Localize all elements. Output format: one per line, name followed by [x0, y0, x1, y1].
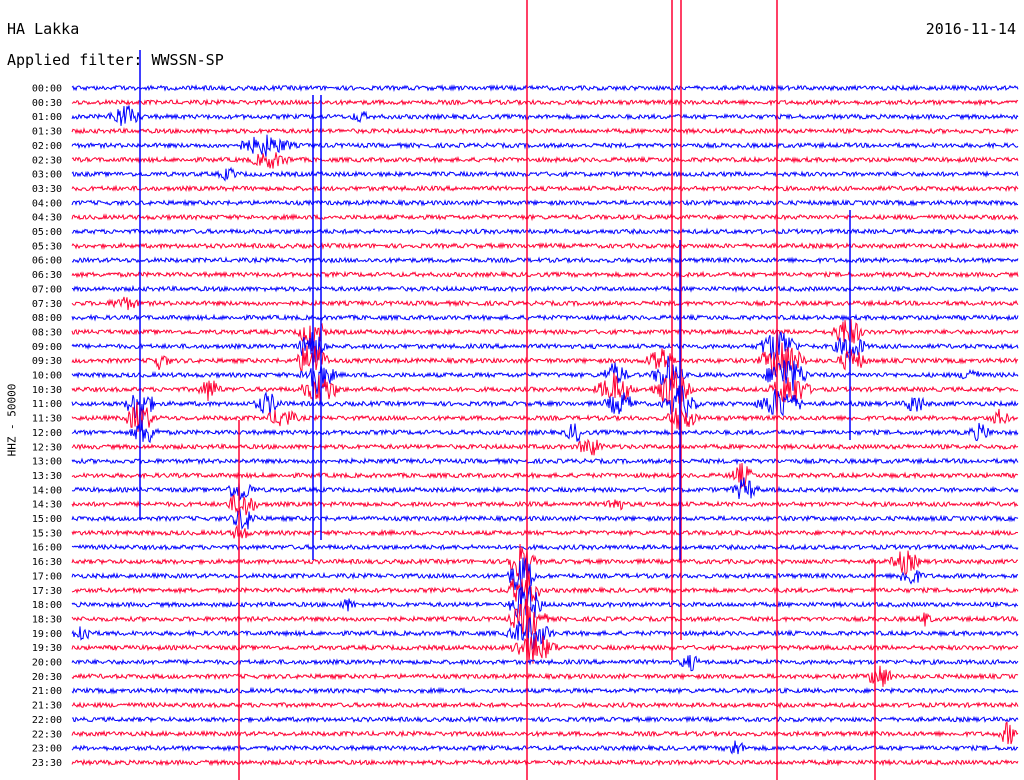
time-tick-label: 21:30	[32, 701, 62, 712]
time-tick-label: 20:00	[32, 658, 62, 669]
time-tick-label: 07:30	[32, 299, 62, 310]
time-tick-label: 08:00	[32, 313, 62, 324]
time-tick-label: 12:00	[32, 428, 62, 439]
trace-line	[71, 241, 1019, 250]
trace-line	[71, 98, 1019, 107]
trace-line	[71, 105, 1019, 126]
time-tick-label: 17:00	[32, 571, 62, 582]
time-tick-label: 23:00	[32, 744, 62, 755]
trace-line	[71, 401, 1019, 432]
time-tick-label: 11:30	[32, 414, 62, 425]
time-tick-label: 10:00	[32, 371, 62, 382]
trace-line	[71, 227, 1019, 236]
trace-line	[71, 438, 1019, 456]
time-tick-label: 13:30	[32, 471, 62, 482]
trace-line	[71, 634, 1019, 664]
trace-line	[71, 313, 1019, 322]
time-tick-label: 01:00	[32, 112, 62, 123]
time-tick-label: 18:30	[32, 614, 62, 625]
time-tick-label: 03:00	[32, 170, 62, 181]
trace-line	[71, 198, 1019, 207]
trace-line	[71, 477, 1019, 502]
time-tick-label: 09:00	[32, 342, 62, 353]
time-tick-label: 09:30	[32, 356, 62, 367]
trace-line	[71, 617, 1019, 651]
time-tick-label: 04:00	[32, 198, 62, 209]
trace-line	[71, 701, 1019, 710]
time-tick-label: 10:30	[32, 385, 62, 396]
time-tick-label: 13:00	[32, 457, 62, 468]
time-tick-label: 21:00	[32, 686, 62, 697]
trace-line	[71, 134, 1019, 157]
trace-line	[71, 296, 1019, 311]
time-tick-label: 14:00	[32, 485, 62, 496]
tick-labels-group: 00:00 00:30 01:00 01:30 02:00 02:30 03:00 03:30…	[32, 84, 62, 769]
trace-line	[71, 654, 1019, 672]
trace-line	[71, 598, 1019, 636]
time-tick-label: 22:00	[32, 715, 62, 726]
time-tick-label: 07:00	[32, 284, 62, 295]
trace-line	[71, 184, 1019, 193]
trace-line	[71, 213, 1019, 222]
time-tick-label: 12:30	[32, 442, 62, 453]
trace-line	[71, 524, 1019, 539]
seismogram-plot: 00:00 00:30 01:00 01:30 02:00 02:30 03:00 03:30…	[32, 0, 1019, 780]
time-tick-label: 05:00	[32, 227, 62, 238]
time-tick-label: 18:00	[32, 600, 62, 611]
trace-group	[71, 0, 1019, 780]
trace-line	[71, 462, 1019, 489]
trace-line	[71, 543, 1019, 552]
trace-line	[71, 284, 1019, 293]
trace-line	[71, 152, 1019, 169]
time-tick-label: 00:30	[32, 98, 62, 109]
time-tick-label: 15:30	[32, 528, 62, 539]
trace-line	[71, 385, 1019, 422]
time-tick-label: 02:30	[32, 155, 62, 166]
trace-line	[71, 543, 1019, 580]
time-tick-label: 16:00	[32, 543, 62, 554]
time-tick-label: 06:30	[32, 270, 62, 281]
time-tick-label: 20:30	[32, 672, 62, 683]
trace-line	[71, 84, 1019, 93]
trace-line	[71, 508, 1019, 530]
time-tick-label: 11:00	[32, 399, 62, 410]
time-tick-label: 19:30	[32, 643, 62, 654]
trace-line	[71, 457, 1019, 466]
trace-line	[71, 758, 1019, 767]
trace-line	[71, 715, 1019, 724]
trace-line	[71, 740, 1019, 755]
time-tick-label: 23:30	[32, 758, 62, 769]
trace-line	[71, 270, 1019, 279]
time-tick-label: 16:30	[32, 557, 62, 568]
time-tick-label: 08:30	[32, 327, 62, 338]
trace-line	[71, 494, 1019, 516]
time-tick-label: 14:30	[32, 500, 62, 511]
trace-line	[71, 166, 1019, 182]
time-tick-label: 22:30	[32, 729, 62, 740]
trace-line	[71, 686, 1019, 695]
trace-line	[71, 127, 1019, 136]
time-tick-label: 00:00	[32, 84, 62, 95]
time-tick-label: 06:00	[32, 256, 62, 267]
trace-line	[71, 665, 1019, 687]
trace-line	[71, 721, 1019, 745]
time-tick-label: 02:00	[32, 141, 62, 152]
time-tick-label: 15:00	[32, 514, 62, 525]
time-tick-label: 05:30	[32, 241, 62, 252]
time-tick-label: 17:30	[32, 586, 62, 597]
trace-line	[71, 256, 1019, 265]
time-tick-label: 04:30	[32, 213, 62, 224]
time-tick-label: 01:30	[32, 127, 62, 138]
time-tick-label: 03:30	[32, 184, 62, 195]
time-tick-label: 19:00	[32, 629, 62, 640]
trace-line	[71, 420, 1019, 444]
